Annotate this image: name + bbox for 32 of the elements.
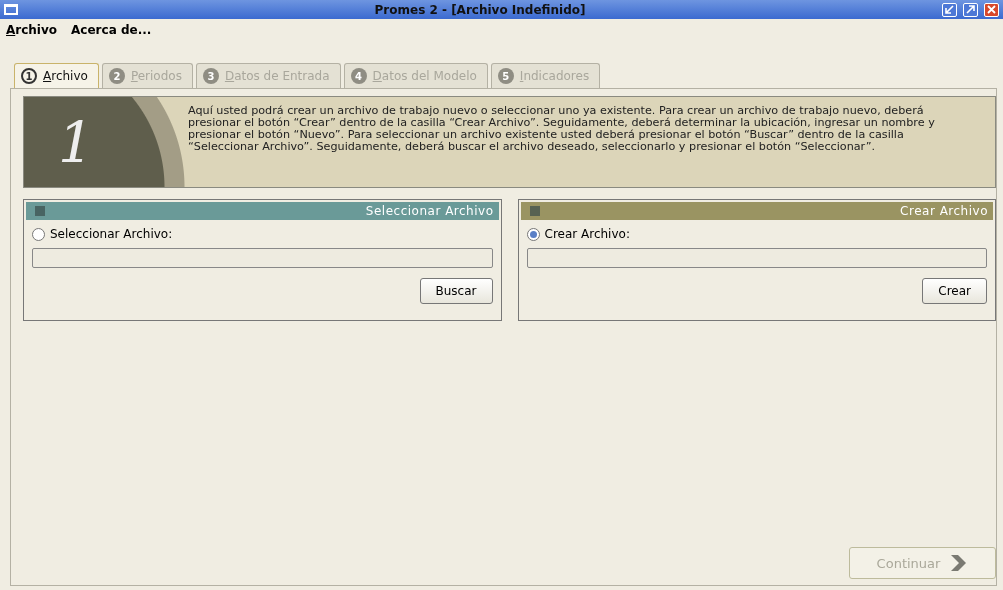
menu-item[interactable]: Archivo xyxy=(6,23,58,37)
maximize-button[interactable] xyxy=(963,2,978,17)
step-number-badge: 5 xyxy=(497,68,514,84)
radio-button[interactable] xyxy=(526,227,540,241)
action-button[interactable]: Buscar xyxy=(419,278,493,304)
tab[interactable]: 1 Archivo xyxy=(14,63,99,88)
panel-title: Seleccionar Archivo xyxy=(364,204,494,218)
input-field[interactable] xyxy=(32,248,493,268)
square-icon xyxy=(529,206,540,216)
radio-label: Seleccionar Archivo: xyxy=(50,227,173,241)
minimize-button[interactable] xyxy=(942,2,957,17)
instructions-text: Aquí usted podrá crear un archivo de trabajo nuevo o seleccionar uno ya existente. Para crear un archivo de trabajo nuevo, deberá presionar el botón “Crear” dentro de la casilla “Crear Archivo”. Seguidamente, deberá determinar la ubicación, ingresar un nombre y presionar el botón “Nuevo”. Para seleccionar un archivo existente usted deberá presionar el botón “Buscar” dentro de la casilla “Seleccionar Archivo”. Seguidamente, deberá buscar el archivo deseado, seleccionarlo y presionar el botón “Seleccionar”. xyxy=(187,103,936,155)
menu-item[interactable]: Acerca de... xyxy=(71,23,152,37)
panel-title: Crear Archivo xyxy=(899,204,988,218)
step-number-badge: 1 xyxy=(21,68,37,84)
action-button[interactable]: Crear xyxy=(922,278,987,304)
radio-button[interactable] xyxy=(32,227,45,241)
radio-option[interactable]: Crear Archivo: xyxy=(526,227,987,241)
step-number-badge: 2 xyxy=(108,68,125,84)
window-icon xyxy=(4,4,18,15)
input-field[interactable] xyxy=(526,248,987,268)
step-number: 1 xyxy=(58,110,94,175)
step-number-badge: 4 xyxy=(350,68,367,84)
step-number-badge: 3 xyxy=(202,68,219,84)
arrow-icon xyxy=(945,5,954,14)
close-button[interactable] xyxy=(984,2,999,17)
close-icon xyxy=(987,5,996,14)
square-icon xyxy=(35,206,45,216)
window-title: Promes 2 - [Archivo Indefinido] xyxy=(373,2,587,17)
arrow-icon xyxy=(966,5,975,14)
radio-label: Crear Archivo: xyxy=(544,227,630,241)
radio-option[interactable]: Seleccionar Archivo: xyxy=(32,227,493,241)
